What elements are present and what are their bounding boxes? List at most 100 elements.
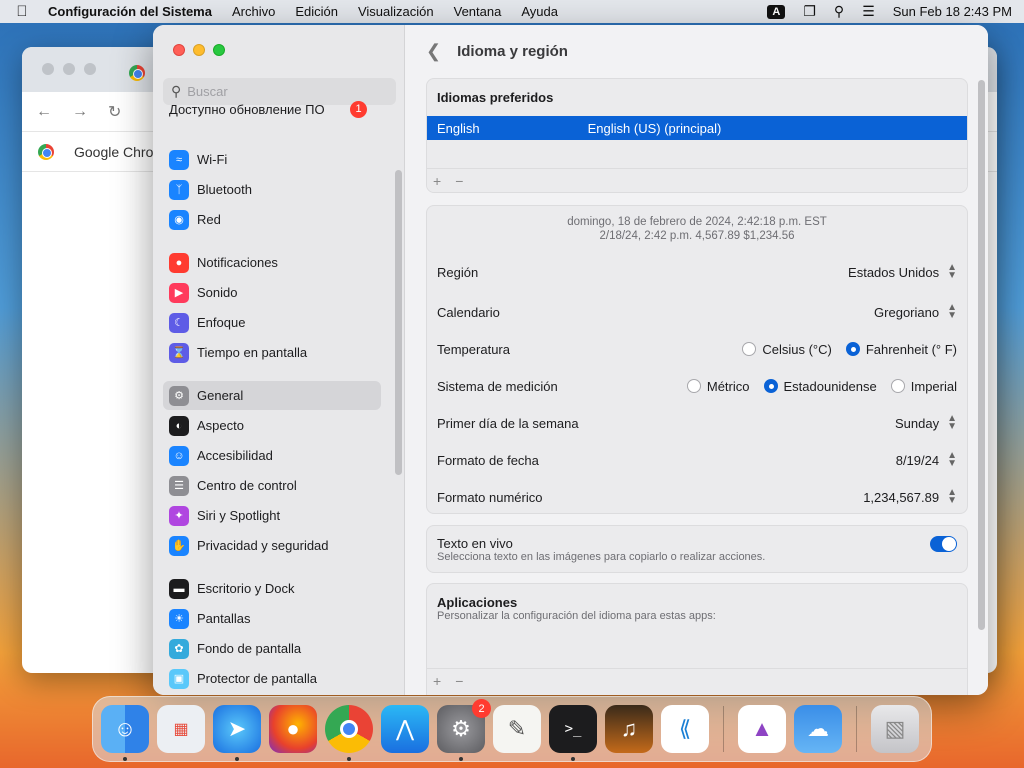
forward-arrow-icon[interactable]: →	[72, 103, 88, 121]
zoom-button[interactable]	[213, 44, 225, 56]
menu-app-name[interactable]: Configuración del Sistema	[48, 4, 212, 19]
safari-icon[interactable]: ➤	[213, 705, 261, 761]
sidebar-item-enfoque[interactable]: ☾ Enfoque	[163, 308, 381, 337]
settings-icon[interactable]: ⚙ 2	[437, 699, 491, 761]
sidebar-item-escritorio-dock[interactable]: ▬ Escritorio y Dock	[163, 574, 381, 603]
dock-separator	[723, 706, 724, 752]
radio-celsius[interactable]: Celsius (°C)	[742, 342, 832, 357]
sidebar-item-tiempo-pantalla[interactable]: ⌛ Tiempo en pantalla	[163, 338, 381, 367]
chrome-zoom-button[interactable]	[84, 63, 96, 75]
menu-archivo[interactable]: Archivo	[232, 4, 275, 19]
sidebar-item-pantallas[interactable]: ☀ Pantallas	[163, 604, 381, 633]
region-popup[interactable]: Estados Unidos ▲ ▼	[848, 263, 957, 281]
sidebar-item-label: Aspecto	[197, 418, 244, 433]
preview-line-2: 2/18/24, 2:42 p.m. 4,567.89 $1,234.56	[599, 230, 795, 242]
windows-icon[interactable]: ❐	[803, 3, 816, 20]
back-chevron-icon[interactable]: ❮	[426, 41, 441, 62]
weather-icon[interactable]: ☁	[794, 705, 842, 753]
sidebar-item-red[interactable]: ◉ Red	[163, 205, 381, 234]
number-format-popup[interactable]: 1,234,567.89 ▲ ▼	[863, 488, 957, 506]
calendar-popup[interactable]: Gregoriano ▲ ▼	[874, 303, 957, 321]
visualstudio-icon[interactable]: ▲	[738, 705, 786, 753]
terminal-icon[interactable]: >_	[549, 705, 597, 761]
control-center-icon[interactable]: ☰	[862, 3, 875, 20]
radio-metrico[interactable]: Métrico	[686, 379, 750, 394]
input-source-indicator[interactable]: A	[767, 4, 786, 19]
vscode-icon[interactable]: ⟪	[661, 705, 709, 753]
screensaver-icon: ▣	[169, 668, 189, 689]
radio-estadounidense[interactable]: Estadounidense	[763, 378, 877, 394]
sidebar-scrollbar[interactable]	[395, 170, 402, 475]
trash-icon[interactable]: ▧	[871, 705, 919, 753]
textedit-icon[interactable]: ✎	[493, 705, 541, 753]
date-format-popup[interactable]: 8/19/24 ▲ ▼	[895, 451, 957, 469]
language-row-english[interactable]: English English (US) (principal)	[427, 116, 967, 140]
sidebar-item-label: Доступно обновление ПО	[169, 101, 325, 117]
sidebar-item-privacidad[interactable]: ✋ Privacidad y seguridad	[163, 531, 381, 560]
add-app-button[interactable]: +	[433, 673, 441, 689]
hand-icon: ✋	[169, 535, 189, 556]
date-format-row: Formato de fecha 8/19/24 ▲ ▼	[437, 450, 957, 470]
chrome-icon[interactable]	[325, 705, 373, 761]
radio-imperial[interactable]: Imperial	[890, 379, 957, 394]
content-pane: ❮ Idioma y región Idiomas preferidos Eng…	[406, 25, 988, 695]
sidebar-item-label: Privacidad y seguridad	[197, 538, 329, 553]
first-day-popup[interactable]: Sunday ▲ ▼	[895, 414, 957, 432]
radio-label: Estadounidense	[783, 378, 877, 394]
radio-fahrenheit[interactable]: Fahrenheit (° F)	[845, 342, 957, 357]
sidebar-item-fondo-pantalla[interactable]: ✿ Fondo de pantalla	[163, 634, 381, 663]
search-input[interactable]	[187, 84, 378, 99]
page-title: Idioma y región	[457, 42, 568, 60]
firefox-icon[interactable]: ●	[269, 705, 317, 753]
globe-icon: ◉	[169, 209, 189, 230]
sidebar-item-notificaciones[interactable]: ● Notificaciones	[163, 248, 381, 277]
close-button[interactable]	[173, 44, 185, 56]
sidebar-item-aspecto[interactable]: ◐ Aspecto	[163, 411, 381, 440]
launchpad-icon[interactable]: ▦	[157, 705, 205, 753]
menu-visualizacion[interactable]: Visualización	[358, 4, 434, 19]
radio-button	[890, 379, 905, 393]
finder-icon[interactable]: ☺	[101, 705, 149, 761]
minimize-button[interactable]	[193, 44, 205, 56]
system-settings-window: ⚲ Доступно обновление ПО 1 ≈ Wi-Fi ᛉ Blu…	[153, 25, 988, 695]
bell-icon: ●	[169, 252, 189, 273]
menu-clock[interactable]: Sun Feb 18 2:43 PM	[893, 4, 1012, 19]
remove-app-button[interactable]: −	[455, 673, 463, 689]
number-format-value: 1,234,567.89	[863, 489, 940, 505]
number-format-label: Formato numérico	[437, 489, 543, 505]
search-icon[interactable]: ⚲	[834, 3, 844, 20]
menu-ayuda[interactable]: Ayuda	[521, 4, 558, 19]
sidebar-item-accesibilidad[interactable]: ☺ Accesibilidad	[163, 441, 381, 470]
sidebar-item-label: Protector de pantalla	[197, 671, 317, 686]
back-arrow-icon[interactable]: ←	[36, 103, 52, 121]
add-language-button[interactable]: +	[433, 173, 441, 189]
content-scrollbar[interactable]	[978, 80, 985, 630]
chrome-minimize-button[interactable]	[63, 63, 75, 75]
sidebar-item-siri[interactable]: ✦ Siri y Spotlight	[163, 501, 381, 530]
wifi-icon: ≈	[169, 149, 189, 170]
calendar-row: Calendario Gregoriano ▲ ▼	[437, 302, 957, 322]
chrome-tab-icon[interactable]	[129, 65, 145, 81]
menu-edicion[interactable]: Edición	[295, 4, 338, 19]
sidebar-item-centro-control[interactable]: ☰ Centro de control	[163, 471, 381, 500]
date-format-value: 8/19/24	[895, 452, 940, 468]
sun-icon: ☀	[169, 608, 189, 629]
garageband-icon[interactable]: ♫	[605, 705, 653, 753]
sidebar-item-general[interactable]: ⚙ General	[163, 381, 381, 410]
bookmark-label[interactable]: Google Chrom	[74, 144, 165, 160]
sidebar-item-software-update[interactable]: Доступно обновление ПО 1	[163, 98, 381, 120]
reload-icon[interactable]: ↻	[108, 102, 121, 122]
live-text-toggle[interactable]	[930, 536, 957, 552]
sidebar-item-sonido[interactable]: ▶ Sonido	[163, 278, 381, 307]
preferred-languages-group: Idiomas preferidos English English (US) …	[426, 78, 968, 193]
sidebar-item-wifi[interactable]: ≈ Wi-Fi	[163, 145, 381, 174]
radio-button	[686, 379, 701, 393]
chrome-close-button[interactable]	[42, 63, 54, 75]
sidebar-item-bluetooth[interactable]: ᛉ Bluetooth	[163, 175, 381, 204]
apple-icon[interactable]: 	[12, 3, 32, 20]
sidebar-item-protector-pantalla[interactable]: ▣ Protector de pantalla	[163, 664, 381, 693]
remove-language-button[interactable]: −	[455, 173, 463, 189]
settings-badge: 2	[472, 699, 491, 718]
appstore-icon[interactable]: ⋀	[381, 705, 429, 753]
menu-ventana[interactable]: Ventana	[454, 4, 502, 19]
